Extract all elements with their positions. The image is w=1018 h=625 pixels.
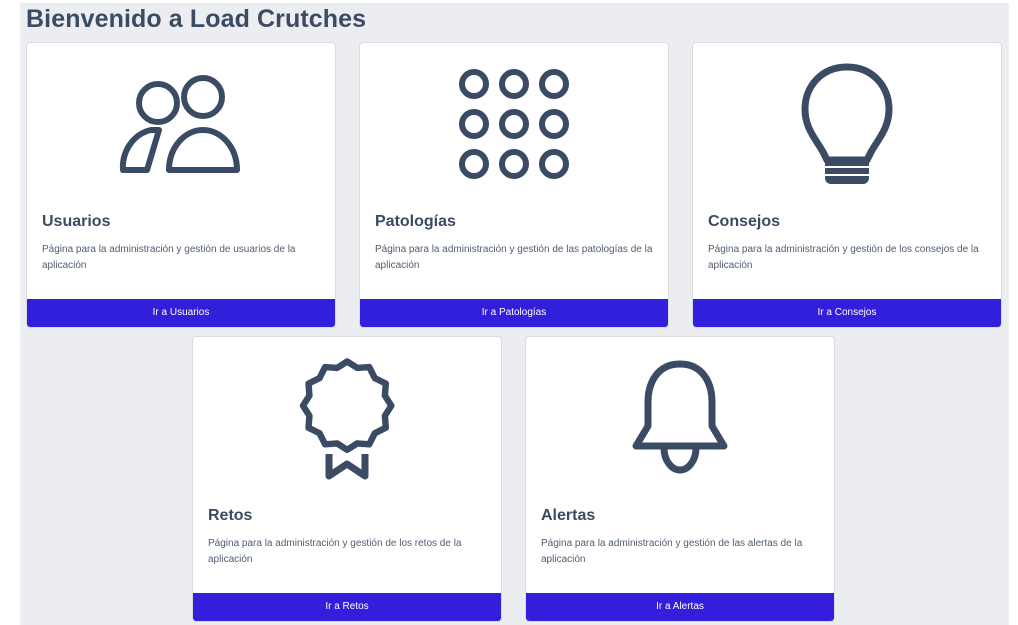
card-description: Página para la administración y gestión … [375,244,653,271]
card-description: Página para la administración y gestión … [42,244,296,271]
award-icon [193,355,501,480]
card-title: Retos [208,507,253,524]
card-description: Página para la administración y gestión … [541,538,803,565]
go-to-patologias-button[interactable]: Ir a Patologías [360,299,668,327]
card-patologias: Patologías Página para la administración… [359,42,669,328]
grid-dots-icon [360,61,668,186]
card-consejos: Consejos Página para la administración y… [692,42,1002,328]
card-usuarios: Usuarios Página para la administración y… [26,42,336,328]
go-to-alertas-button[interactable]: Ir a Alertas [526,593,834,621]
go-to-usuarios-button[interactable]: Ir a Usuarios [27,299,335,327]
go-to-retos-button[interactable]: Ir a Retos [193,593,501,621]
dashboard-page: Bienvenido a Load Crutches Usuarios Pági… [20,3,1009,625]
go-to-consejos-button[interactable]: Ir a Consejos [693,299,1001,327]
card-title: Usuarios [42,213,111,230]
lightbulb-icon [693,61,1001,186]
page-title: Bienvenido a Load Crutches [26,5,367,33]
card-alertas: Alertas Página para la administración y … [525,336,835,622]
card-retos: Retos Página para la administración y ge… [192,336,502,622]
bell-icon [526,355,834,480]
users-icon [27,61,335,186]
card-title: Consejos [708,213,781,230]
card-description: Página para la administración y gestión … [208,538,462,565]
card-title: Alertas [541,507,596,524]
card-description: Página para la administración y gestión … [708,244,979,271]
card-title: Patologías [375,213,456,230]
